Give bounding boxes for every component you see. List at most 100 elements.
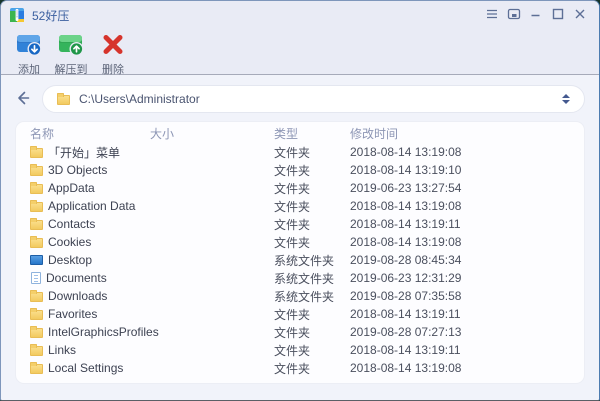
app-logo-icon bbox=[9, 7, 25, 23]
minimize-button[interactable] bbox=[527, 6, 545, 24]
file-modified: 2018-08-14 13:19:08 bbox=[350, 361, 462, 375]
close-button[interactable] bbox=[571, 6, 589, 24]
address-path[interactable]: C:\Users\Administrator bbox=[79, 92, 560, 106]
title-bar: 52好压 bbox=[1, 1, 599, 29]
file-type: 系统文件夹 bbox=[274, 271, 335, 286]
file-modified: 2019-08-28 07:27:13 bbox=[350, 325, 462, 339]
add-button[interactable]: 添加 bbox=[9, 31, 49, 77]
extract-to-icon bbox=[55, 31, 87, 62]
desktop-icon bbox=[30, 255, 43, 265]
table-row[interactable]: Favorites 文件夹 2018-08-14 13:19:11 bbox=[16, 305, 584, 323]
folder-icon bbox=[30, 362, 43, 374]
close-icon bbox=[572, 6, 588, 25]
folder-icon bbox=[30, 236, 43, 248]
delete-icon bbox=[97, 31, 129, 62]
column-header-type[interactable]: 类型 bbox=[274, 125, 350, 142]
file-name: Cookies bbox=[48, 235, 92, 249]
add-archive-icon bbox=[13, 31, 45, 62]
folder-icon bbox=[30, 200, 43, 212]
folder-icon bbox=[30, 344, 43, 356]
table-row[interactable]: Documents 系统文件夹 2019-06-23 12:31:29 bbox=[16, 269, 584, 287]
column-header-name[interactable]: 名称 bbox=[30, 125, 150, 142]
column-header-size[interactable]: 大小 bbox=[150, 125, 274, 142]
folder-icon bbox=[57, 93, 70, 105]
file-type: 文件夹 bbox=[274, 361, 311, 376]
file-type: 文件夹 bbox=[274, 307, 311, 322]
boss-window-icon bbox=[506, 6, 522, 25]
file-modified: 2019-06-23 13:27:54 bbox=[350, 181, 462, 195]
maximize-button[interactable] bbox=[549, 6, 567, 24]
table-header: 名称 大小 类型 修改时间 bbox=[16, 122, 584, 143]
folder-icon bbox=[30, 218, 43, 230]
back-button[interactable] bbox=[11, 87, 35, 111]
window-title: 52好压 bbox=[32, 8, 70, 23]
file-modified: 2019-08-28 08:45:34 bbox=[350, 253, 462, 267]
folder-icon bbox=[30, 308, 43, 320]
file-type: 系统文件夹 bbox=[274, 289, 335, 304]
file-modified: 2018-08-14 13:19:10 bbox=[350, 163, 462, 177]
back-arrow-icon bbox=[13, 88, 33, 111]
file-modified: 2018-08-14 13:19:11 bbox=[350, 217, 461, 231]
app-window: 52好压 添加 解压到 删除 C:\Users\Administrator 名称… bbox=[0, 0, 600, 401]
table-row[interactable]: Contacts 文件夹 2018-08-14 13:19:11 bbox=[16, 215, 584, 233]
file-name: AppData bbox=[48, 181, 95, 195]
file-name: Links bbox=[48, 343, 77, 357]
title-left: 52好压 bbox=[9, 7, 69, 24]
table-row[interactable]: 3D Objects 文件夹 2018-08-14 13:19:10 bbox=[16, 161, 584, 179]
toolbar: 添加 解压到 删除 bbox=[1, 29, 599, 77]
file-modified: 2018-08-14 13:19:11 bbox=[350, 343, 461, 357]
table-row[interactable]: Downloads 系统文件夹 2019-08-28 07:35:58 bbox=[16, 287, 584, 305]
table-row[interactable]: AppData 文件夹 2019-06-23 13:27:54 bbox=[16, 179, 584, 197]
file-name: Application Data bbox=[48, 199, 136, 213]
file-type: 文件夹 bbox=[274, 325, 311, 340]
column-header-modified[interactable]: 修改时间 bbox=[350, 125, 584, 142]
file-modified: 2018-08-14 13:19:11 bbox=[350, 307, 461, 321]
file-name: 3D Objects bbox=[48, 163, 108, 177]
file-modified: 2018-08-14 13:19:08 bbox=[350, 145, 462, 159]
file-name: IntelGraphicsProfiles bbox=[48, 325, 159, 339]
file-type: 系统文件夹 bbox=[274, 253, 335, 268]
file-type: 文件夹 bbox=[274, 199, 311, 214]
file-type: 文件夹 bbox=[274, 163, 311, 178]
file-name: Contacts bbox=[48, 217, 96, 231]
menu-button[interactable] bbox=[483, 6, 501, 24]
minimize-icon bbox=[528, 6, 544, 25]
folder-icon bbox=[30, 146, 43, 158]
table-row[interactable]: Cookies 文件夹 2018-08-14 13:19:08 bbox=[16, 233, 584, 251]
file-name: Desktop bbox=[48, 253, 93, 267]
file-modified: 2018-08-14 13:19:08 bbox=[350, 235, 462, 249]
file-modified: 2018-08-14 13:19:08 bbox=[350, 199, 462, 213]
boss-window-button[interactable] bbox=[505, 6, 523, 24]
table-row[interactable]: Links 文件夹 2018-08-14 13:19:11 bbox=[16, 341, 584, 359]
extract-to-button[interactable]: 解压到 bbox=[51, 31, 91, 77]
folder-icon bbox=[30, 326, 43, 338]
document-icon bbox=[31, 272, 41, 284]
folder-icon bbox=[30, 290, 43, 302]
table-row[interactable]: Desktop 系统文件夹 2019-08-28 08:45:34 bbox=[16, 251, 584, 269]
file-name: Documents bbox=[46, 271, 107, 285]
navigation-row: C:\Users\Administrator bbox=[1, 75, 599, 121]
file-type: 文件夹 bbox=[274, 235, 311, 250]
table-row[interactable]: IntelGraphicsProfiles 文件夹 2019-08-28 07:… bbox=[16, 323, 584, 341]
spinner-up-icon bbox=[562, 94, 570, 98]
table-row[interactable]: 「开始」菜单 文件夹 2018-08-14 13:19:08 bbox=[16, 143, 584, 161]
window-controls bbox=[483, 6, 589, 24]
file-type: 文件夹 bbox=[274, 343, 311, 358]
table-row[interactable]: Application Data 文件夹 2018-08-14 13:19:08 bbox=[16, 197, 584, 215]
address-bar[interactable]: C:\Users\Administrator bbox=[42, 85, 585, 113]
file-name: 「开始」菜单 bbox=[48, 145, 121, 160]
file-type: 文件夹 bbox=[274, 145, 311, 160]
folder-icon bbox=[30, 164, 43, 176]
table-row[interactable]: Local Settings 文件夹 2018-08-14 13:19:08 bbox=[16, 359, 584, 377]
menu-icon bbox=[484, 6, 500, 25]
file-name: Favorites bbox=[48, 307, 98, 321]
folder-icon bbox=[30, 182, 43, 194]
file-type: 文件夹 bbox=[274, 181, 311, 196]
file-name: Local Settings bbox=[48, 361, 124, 375]
updown-spinner-icon[interactable] bbox=[560, 92, 572, 106]
file-modified: 2019-06-23 12:31:29 bbox=[350, 271, 462, 285]
file-name: Downloads bbox=[48, 289, 108, 303]
delete-button[interactable]: 删除 bbox=[93, 31, 133, 77]
file-modified: 2019-08-28 07:35:58 bbox=[350, 289, 462, 303]
maximize-icon bbox=[550, 6, 566, 25]
